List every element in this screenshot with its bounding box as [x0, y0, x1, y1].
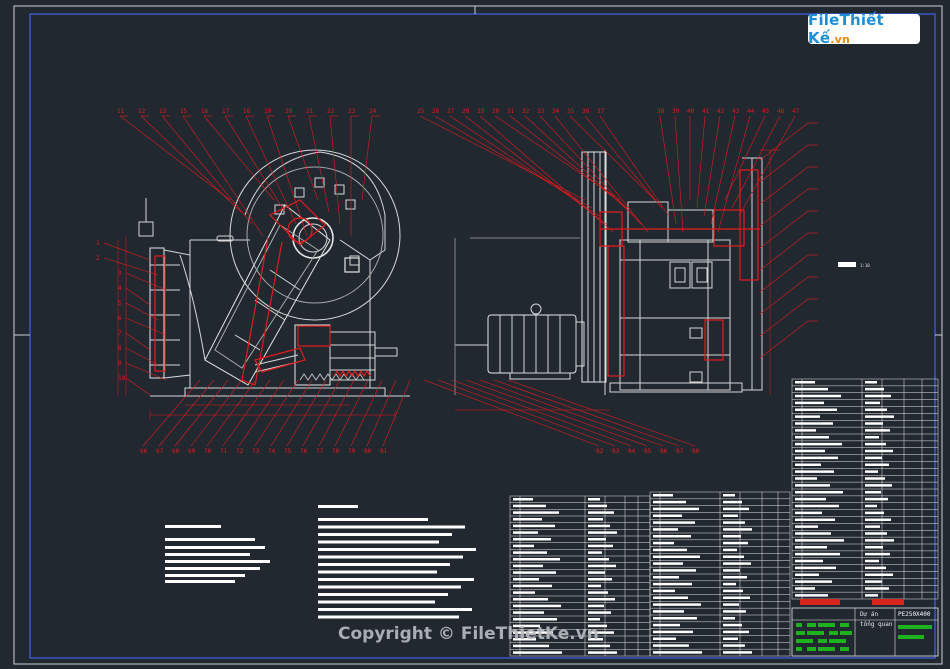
- part-balloon: 34: [552, 108, 560, 115]
- part-balloon: 37: [597, 108, 605, 115]
- part-balloon: 86: [660, 448, 668, 455]
- revision-mark: [800, 599, 840, 605]
- part-balloon: 77: [316, 448, 324, 455]
- part-balloon: 22: [327, 108, 335, 115]
- part-balloon: 6: [118, 315, 122, 322]
- part-balloon: 23: [348, 108, 356, 115]
- part-balloon: 30: [492, 108, 500, 115]
- part-balloon: 70: [204, 448, 212, 455]
- part-balloon: 4: [118, 285, 122, 292]
- part-balloon: 79: [348, 448, 356, 455]
- part-balloon: 5: [118, 300, 122, 307]
- filethietke-logo[interactable]: FileThiết Kế.vn: [808, 11, 920, 47]
- part-balloon: 46: [777, 108, 785, 115]
- part-balloon: 68: [172, 448, 180, 455]
- part-balloon: 83: [612, 448, 620, 455]
- crusher-side-view: [138, 149, 410, 397]
- drawing-border: [13, 5, 943, 665]
- part-balloon: 33: [537, 108, 545, 115]
- part-balloon: 82: [596, 448, 604, 455]
- part-balloon: 40: [687, 108, 695, 115]
- svg-text:1:10: 1:10: [860, 263, 870, 268]
- part-balloon: 10: [118, 375, 126, 382]
- part-balloon: 21: [306, 108, 314, 115]
- crusher-side-red-parts: [154, 199, 371, 386]
- part-balloon: 12: [138, 108, 146, 115]
- part-balloon: 66: [140, 448, 148, 455]
- part-balloon: 28: [462, 108, 470, 115]
- part-balloon: 81: [380, 448, 388, 455]
- part-balloon: 31: [507, 108, 515, 115]
- part-balloon: 35: [567, 108, 575, 115]
- part-balloon: 36: [582, 108, 590, 115]
- part-balloon: 84: [628, 448, 636, 455]
- part-balloon: 25: [417, 108, 425, 115]
- part-balloon: 8: [118, 345, 122, 352]
- part-balloon: 38: [657, 108, 665, 115]
- part-balloon: 2: [96, 255, 100, 262]
- part-balloon: 18: [243, 108, 251, 115]
- part-balloon: 17: [222, 108, 230, 115]
- part-balloon: 75: [284, 448, 292, 455]
- part-balloon: 74: [268, 448, 276, 455]
- technical-notes: [165, 505, 476, 619]
- part-balloon: 19: [264, 108, 272, 115]
- part-balloon: 3: [118, 270, 122, 277]
- copyright-watermark: Copyright © FileThietKe.vn: [338, 624, 599, 644]
- part-balloon: 44: [747, 108, 755, 115]
- drawing-name-line1: Dự án: [860, 611, 879, 618]
- scale-note: [838, 262, 856, 267]
- part-balloon: 78: [332, 448, 340, 455]
- part-balloon: 7: [118, 330, 122, 337]
- drawing-code: PE250X400: [898, 611, 931, 618]
- part-balloon: 80: [364, 448, 372, 455]
- part-balloon: 67: [156, 448, 164, 455]
- revision-mark: [872, 599, 904, 605]
- part-balloon: 13: [159, 108, 167, 115]
- part-balloon: 26: [432, 108, 440, 115]
- drawing-name-line2: tổng quan: [860, 621, 893, 628]
- part-balloon: 43: [732, 108, 740, 115]
- part-balloon: 76: [300, 448, 308, 455]
- part-balloon: 39: [672, 108, 680, 115]
- part-balloon: 41: [702, 108, 710, 115]
- part-balloon: 15: [180, 108, 188, 115]
- part-balloon: 20: [285, 108, 293, 115]
- cad-drawing-canvas[interactable]: 1:10: [0, 0, 950, 669]
- part-balloon: 87: [676, 448, 684, 455]
- part-balloon: 85: [644, 448, 652, 455]
- logo-main: File: [808, 11, 840, 29]
- part-balloon: 32: [522, 108, 530, 115]
- part-balloon: 42: [717, 108, 725, 115]
- logo-text: FileThiết Kế.vn: [808, 11, 920, 47]
- part-balloon: 47: [792, 108, 800, 115]
- part-balloon: 29: [477, 108, 485, 115]
- part-balloon: 9: [118, 360, 122, 367]
- part-balloon: 71: [220, 448, 228, 455]
- part-balloon: 69: [188, 448, 196, 455]
- part-balloon: 11: [117, 108, 125, 115]
- part-balloon: 45: [762, 108, 770, 115]
- part-balloon: 88: [692, 448, 700, 455]
- logo-tld: .vn: [830, 33, 850, 46]
- part-balloon: 1: [96, 240, 100, 247]
- part-balloon: 16: [201, 108, 209, 115]
- part-balloon: 72: [236, 448, 244, 455]
- part-balloon: 73: [252, 448, 260, 455]
- part-balloon: 24: [369, 108, 377, 115]
- part-balloon: 27: [447, 108, 455, 115]
